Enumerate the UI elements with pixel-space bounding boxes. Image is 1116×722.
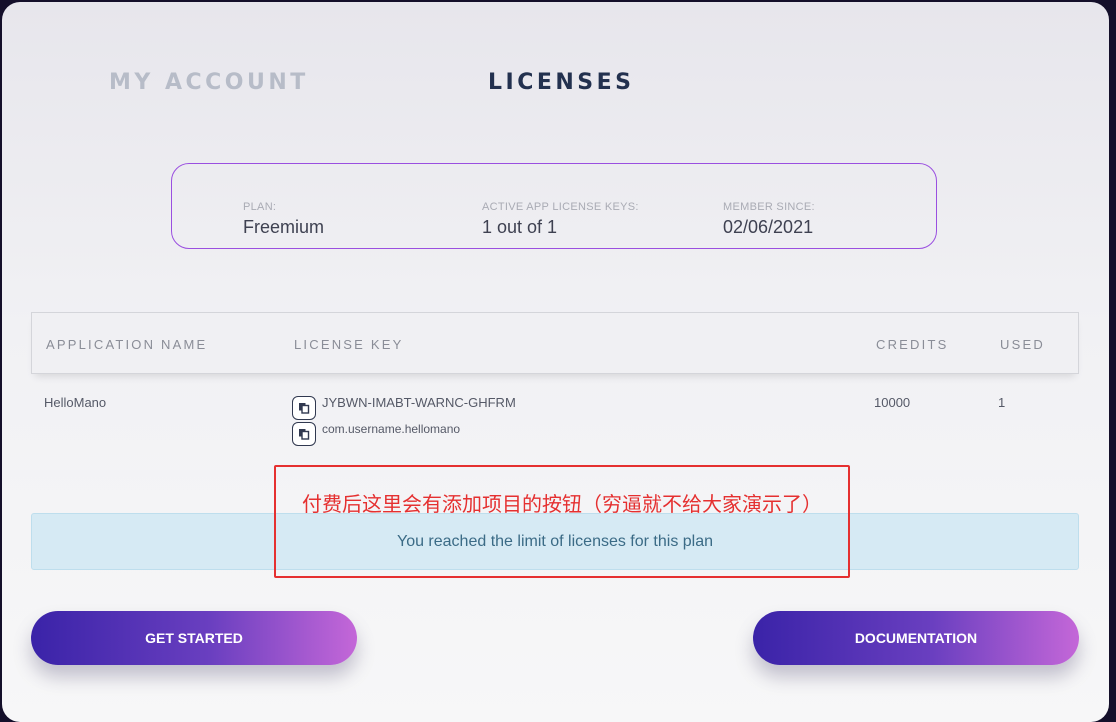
copy-icon (299, 429, 310, 440)
member-since-label: MEMBER SINCE: (723, 201, 815, 213)
plan-value: Freemium (243, 217, 325, 237)
plan-info: PLAN: Freemium (243, 201, 324, 238)
annotation-box (274, 465, 850, 578)
license-key-cell: JYBWN-IMABT-WARNC-GHFRM (322, 395, 516, 410)
header-used: USED (1000, 337, 1045, 352)
application-name-cell: HelloMano (44, 395, 107, 410)
get-started-button[interactable]: GET STARTED (31, 611, 357, 665)
licenses-table-header: APPLICATION NAME LICENSE KEY CREDITS USE… (31, 312, 1079, 374)
member-since-value: 02/06/2021 (723, 217, 814, 237)
plan-summary-panel: PLAN: Freemium ACTIVE APP LICENSE KEYS: … (171, 163, 937, 249)
documentation-button[interactable]: DOCUMENTATION (753, 611, 1079, 665)
credits-cell: 10000 (874, 395, 911, 410)
copy-package-button[interactable] (292, 422, 316, 446)
license-keys-info: ACTIVE APP LICENSE KEYS: 1 out of 1 (482, 201, 639, 238)
used-cell: 1 (998, 395, 1006, 410)
member-since-info: MEMBER SINCE: 02/06/2021 (723, 201, 815, 238)
license-keys-label: ACTIVE APP LICENSE KEYS: (482, 201, 639, 213)
header-credits: CREDITS (876, 337, 949, 352)
package-name-cell: com.username.hellomano (322, 422, 461, 436)
copy-license-key-button[interactable] (292, 396, 316, 420)
plan-label: PLAN: (243, 201, 277, 213)
licenses-card: MY ACCOUNT LICENSES PLAN: Freemium ACTIV… (2, 2, 1109, 722)
header-license-key: LICENSE KEY (294, 337, 404, 352)
header-application-name: APPLICATION NAME (46, 337, 208, 352)
license-keys-value: 1 out of 1 (482, 217, 558, 237)
tab-my-account[interactable]: MY ACCOUNT (109, 70, 309, 95)
tab-licenses[interactable]: LICENSES (488, 70, 635, 95)
annotation-text: 付费后这里会有添加项目的按钮（穷逼就不给大家演示了） (302, 492, 822, 516)
copy-icon (299, 403, 310, 414)
